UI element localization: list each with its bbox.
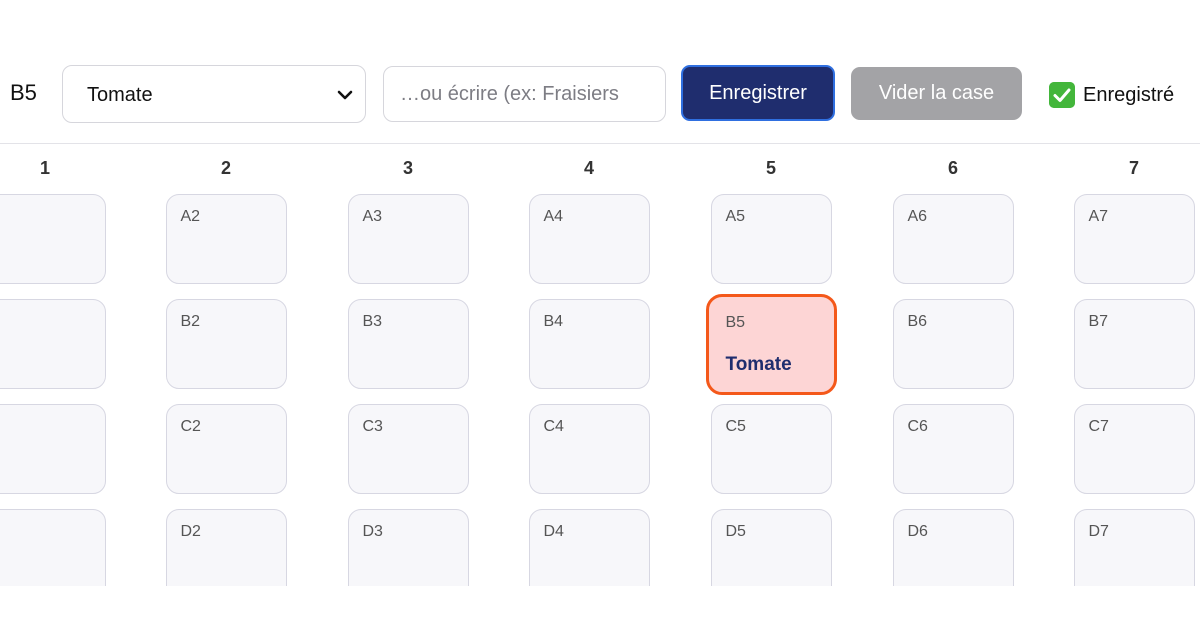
grid-cell[interactable]: B4 bbox=[528, 299, 650, 389]
custom-plant-input[interactable] bbox=[383, 66, 666, 122]
grid-cell[interactable]: D4 bbox=[528, 509, 650, 586]
grid-cell[interactable]: A5 bbox=[710, 194, 832, 284]
garden-grid: 1 2 3 4 5 6 7 A2 A3 A4 A5 A6 A7 B2 B3 B4 B5 Tomate B6 B7 C2 C… bbox=[0, 144, 1200, 586]
cell-id: A6 bbox=[907, 208, 928, 225]
cell-id: D3 bbox=[362, 523, 383, 540]
cell-id: A3 bbox=[362, 208, 383, 225]
grid-cell[interactable]: D7 bbox=[1073, 509, 1195, 586]
grid-cell[interactable]: D2 bbox=[165, 509, 287, 586]
grid-cell[interactable]: C6 bbox=[892, 404, 1014, 494]
cell-id: B2 bbox=[180, 313, 201, 330]
grid-cell[interactable]: A3 bbox=[347, 194, 469, 284]
cell-id: C2 bbox=[180, 418, 201, 435]
cell-id: D7 bbox=[1088, 523, 1109, 540]
column-header: 6 bbox=[947, 158, 958, 178]
cell-id: B3 bbox=[362, 313, 383, 330]
grid-cell[interactable]: A7 bbox=[1073, 194, 1195, 284]
cell-id: A7 bbox=[1088, 208, 1109, 225]
grid-cell[interactable]: D3 bbox=[347, 509, 469, 586]
save-button[interactable]: Enregistrer bbox=[681, 65, 835, 121]
cell-id: B5 bbox=[725, 314, 746, 331]
column-header: 7 bbox=[1128, 158, 1139, 178]
plant-select-value: Tomate bbox=[87, 84, 153, 106]
grid-cell[interactable]: C3 bbox=[347, 404, 469, 494]
checkbox-checked-icon bbox=[1049, 82, 1075, 108]
grid-cell-selected[interactable]: B5 Tomate bbox=[705, 294, 837, 395]
column-header: 4 bbox=[583, 158, 594, 178]
column-header: 3 bbox=[402, 158, 413, 178]
grid-cell[interactable]: D5 bbox=[710, 509, 832, 586]
cell-id: C5 bbox=[725, 418, 746, 435]
column-header: 1 bbox=[39, 158, 50, 178]
cell-id: D4 bbox=[543, 523, 564, 540]
selected-cell-label: B5 bbox=[10, 80, 37, 105]
chevron-down-icon bbox=[337, 90, 353, 100]
toolbar: B5 Tomate Enregistrer Vider la case Enre… bbox=[0, 0, 1200, 144]
grid-cell[interactable]: B2 bbox=[165, 299, 287, 389]
cell-id: A2 bbox=[180, 208, 201, 225]
cell-id: B6 bbox=[907, 313, 928, 330]
cell-id: D2 bbox=[180, 523, 201, 540]
grid-cell[interactable]: C5 bbox=[710, 404, 832, 494]
grid-cell[interactable]: B6 bbox=[892, 299, 1014, 389]
cell-id: B7 bbox=[1088, 313, 1109, 330]
grid-cell[interactable]: C4 bbox=[528, 404, 650, 494]
grid-cell[interactable] bbox=[0, 509, 106, 586]
cell-id: D5 bbox=[725, 523, 746, 540]
cell-plant-name: Tomate bbox=[725, 354, 792, 375]
column-header: 5 bbox=[765, 158, 776, 178]
save-status-text: Enregistré bbox=[1083, 84, 1175, 106]
grid-cell[interactable]: B7 bbox=[1073, 299, 1195, 389]
cell-id: C4 bbox=[543, 418, 564, 435]
grid-cell[interactable]: C2 bbox=[165, 404, 287, 494]
cell-id: A4 bbox=[543, 208, 564, 225]
grid-cell[interactable] bbox=[0, 404, 106, 494]
grid-cell[interactable]: A2 bbox=[165, 194, 287, 284]
cell-id: C6 bbox=[907, 418, 928, 435]
grid-cell[interactable]: D6 bbox=[892, 509, 1014, 586]
cell-id: C7 bbox=[1088, 418, 1109, 435]
cell-id: D6 bbox=[907, 523, 928, 540]
clear-cell-button[interactable]: Vider la case bbox=[851, 67, 1022, 120]
plant-select[interactable]: Tomate bbox=[62, 65, 366, 123]
grid-cell[interactable]: A4 bbox=[528, 194, 650, 284]
grid-cell[interactable]: C7 bbox=[1073, 404, 1195, 494]
cell-id: B4 bbox=[543, 313, 564, 330]
grid-cell[interactable] bbox=[0, 194, 106, 284]
cell-id: C3 bbox=[362, 418, 383, 435]
grid-cell[interactable]: B3 bbox=[347, 299, 469, 389]
cell-id: A5 bbox=[725, 208, 746, 225]
column-header: 2 bbox=[220, 158, 231, 178]
grid-cell[interactable] bbox=[0, 299, 106, 389]
grid-cell[interactable]: A6 bbox=[892, 194, 1014, 284]
